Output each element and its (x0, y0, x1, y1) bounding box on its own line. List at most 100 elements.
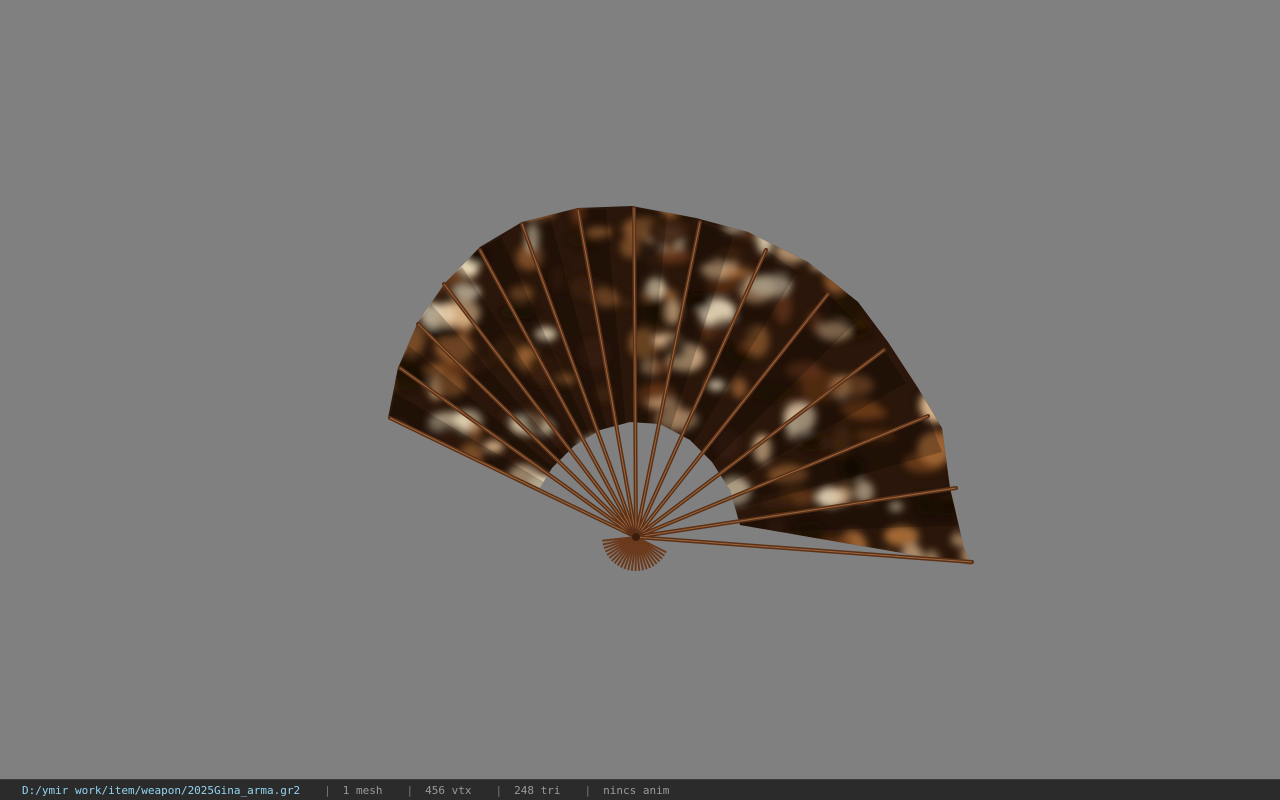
pivot-rivet (632, 533, 640, 541)
texture-spot (388, 252, 402, 287)
texture-spot (777, 206, 818, 214)
texture-spot (466, 490, 498, 515)
texture-spot (532, 206, 551, 208)
texture-spot (388, 214, 429, 236)
texture-spot (903, 260, 946, 290)
texture-spot (477, 514, 507, 537)
texture-spot (792, 570, 821, 581)
texture-spot (928, 561, 954, 565)
texture-spot (946, 252, 972, 267)
texture-spot (924, 550, 940, 565)
texture-spot (414, 206, 444, 223)
texture-spot (428, 461, 450, 495)
texture-spot (388, 264, 407, 298)
texture-spot (660, 206, 678, 219)
texture-spot (569, 559, 608, 565)
texture-spot (907, 232, 933, 248)
texture-spot (731, 377, 747, 399)
texture-spot (434, 206, 452, 221)
texture-spot (900, 543, 925, 565)
texture-spot (388, 206, 425, 225)
texture-spot (760, 221, 789, 237)
texture-spot (417, 254, 445, 270)
texture-spot (583, 550, 608, 565)
texture-spot (955, 433, 972, 462)
texture-spot (912, 231, 947, 258)
texture-spot (916, 340, 959, 351)
texture-spot (431, 460, 473, 492)
texture-spot (851, 239, 875, 261)
texture-spot (883, 206, 897, 229)
texture-spot (775, 239, 815, 262)
texture-spot (436, 252, 453, 268)
folding-fan-model (388, 206, 974, 585)
texture-spot (442, 362, 455, 374)
texture-spot (423, 266, 440, 294)
texture-spot (442, 206, 479, 221)
animation-status: nincs anim (603, 783, 670, 797)
texture-spot (388, 485, 403, 513)
texture-spot (414, 273, 432, 296)
status-bar: D:/ymir work/item/weapon/2025Gina_arma.g… (0, 779, 1280, 800)
texture-spot (411, 524, 443, 544)
texture-spot (452, 480, 476, 491)
texture-spot (717, 206, 746, 229)
texture-spot (388, 563, 399, 565)
texture-spot (415, 222, 454, 234)
texture-spot (459, 519, 485, 539)
texture-spot (940, 312, 967, 335)
texture-spot (617, 468, 643, 484)
texture-spot (841, 215, 855, 232)
texture-spot (929, 302, 970, 329)
status-separator: | (406, 783, 414, 797)
texture-spot (966, 273, 972, 294)
texture-spot (388, 326, 400, 348)
texture-spot (421, 535, 462, 565)
texture-spot (952, 470, 972, 497)
texture-spot (418, 536, 438, 565)
texture-spot (945, 422, 969, 441)
texture-spot (418, 486, 461, 506)
texture-spot (438, 485, 468, 504)
texture-spot (956, 262, 972, 273)
texture-spot (431, 522, 451, 542)
texture-spot (400, 286, 428, 309)
texture-spot (852, 235, 868, 267)
texture-spot (938, 206, 962, 210)
texture-spot (517, 206, 557, 221)
texture-spot (443, 505, 477, 516)
texture-spot (435, 530, 469, 553)
texture-spot (434, 521, 475, 539)
texture-spot (722, 218, 744, 234)
model-viewport[interactable] (0, 0, 1280, 779)
texture-spot (388, 380, 394, 391)
texture-spot (884, 525, 919, 547)
texture-spot (393, 435, 410, 451)
status-separator: | (495, 783, 503, 797)
texture-spot (436, 471, 476, 483)
texture-spot (903, 323, 923, 339)
texture-spot (838, 534, 854, 565)
texture-spot (741, 226, 767, 240)
texture-spot (949, 385, 963, 406)
texture-spot (944, 225, 972, 238)
texture-spot (949, 323, 972, 356)
status-separator: | (324, 783, 331, 797)
texture-spot (440, 533, 470, 563)
texture-spot (420, 217, 439, 235)
texture-spot (911, 293, 925, 308)
texture-spot (724, 267, 755, 280)
texture-spot (388, 317, 401, 341)
texture-spot (866, 257, 890, 278)
texture-spot (862, 259, 878, 288)
texture-spot (853, 566, 891, 585)
texture-spot (824, 265, 848, 293)
texture-spot (460, 206, 500, 219)
texture-spot (777, 539, 796, 565)
texture-spot (835, 485, 853, 505)
texture-spot (821, 216, 847, 234)
texture-spot (809, 260, 844, 271)
texture-spot (957, 206, 972, 224)
vertex-count: 456 vtx (425, 783, 472, 797)
mesh-count: 1 mesh (342, 783, 383, 797)
